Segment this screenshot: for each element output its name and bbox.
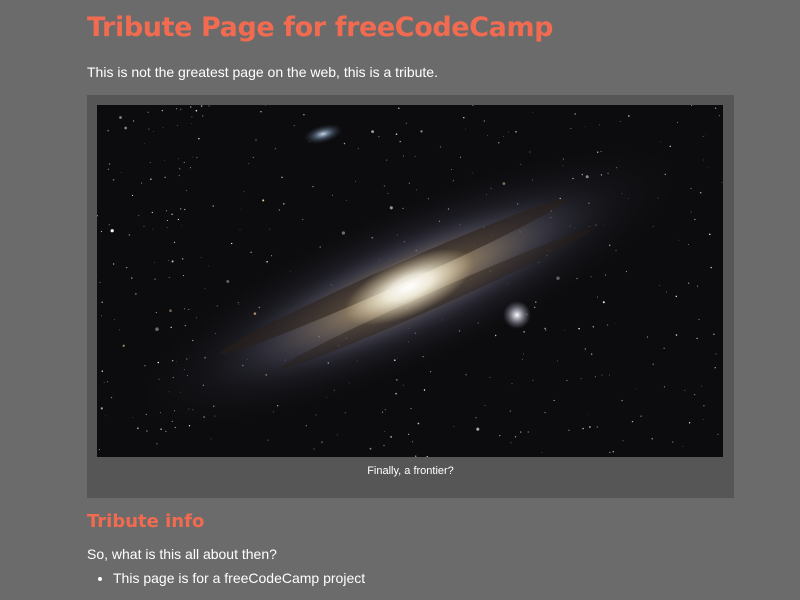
section-heading: Tribute info <box>87 511 205 532</box>
tagline: This is not the greatest page on the web… <box>87 64 438 80</box>
section-intro-text: So, what is this all about then? <box>87 546 277 562</box>
info-list: This page is for a freeCodeCamp project <box>87 570 365 586</box>
list-item: This page is for a freeCodeCamp project <box>113 570 365 586</box>
galaxy-image <box>97 105 723 457</box>
image-figure: Finally, a frontier? <box>87 95 734 498</box>
image-caption: Finally, a frontier? <box>367 465 454 477</box>
page-title: Tribute Page for freeCodeCamp <box>87 12 554 43</box>
